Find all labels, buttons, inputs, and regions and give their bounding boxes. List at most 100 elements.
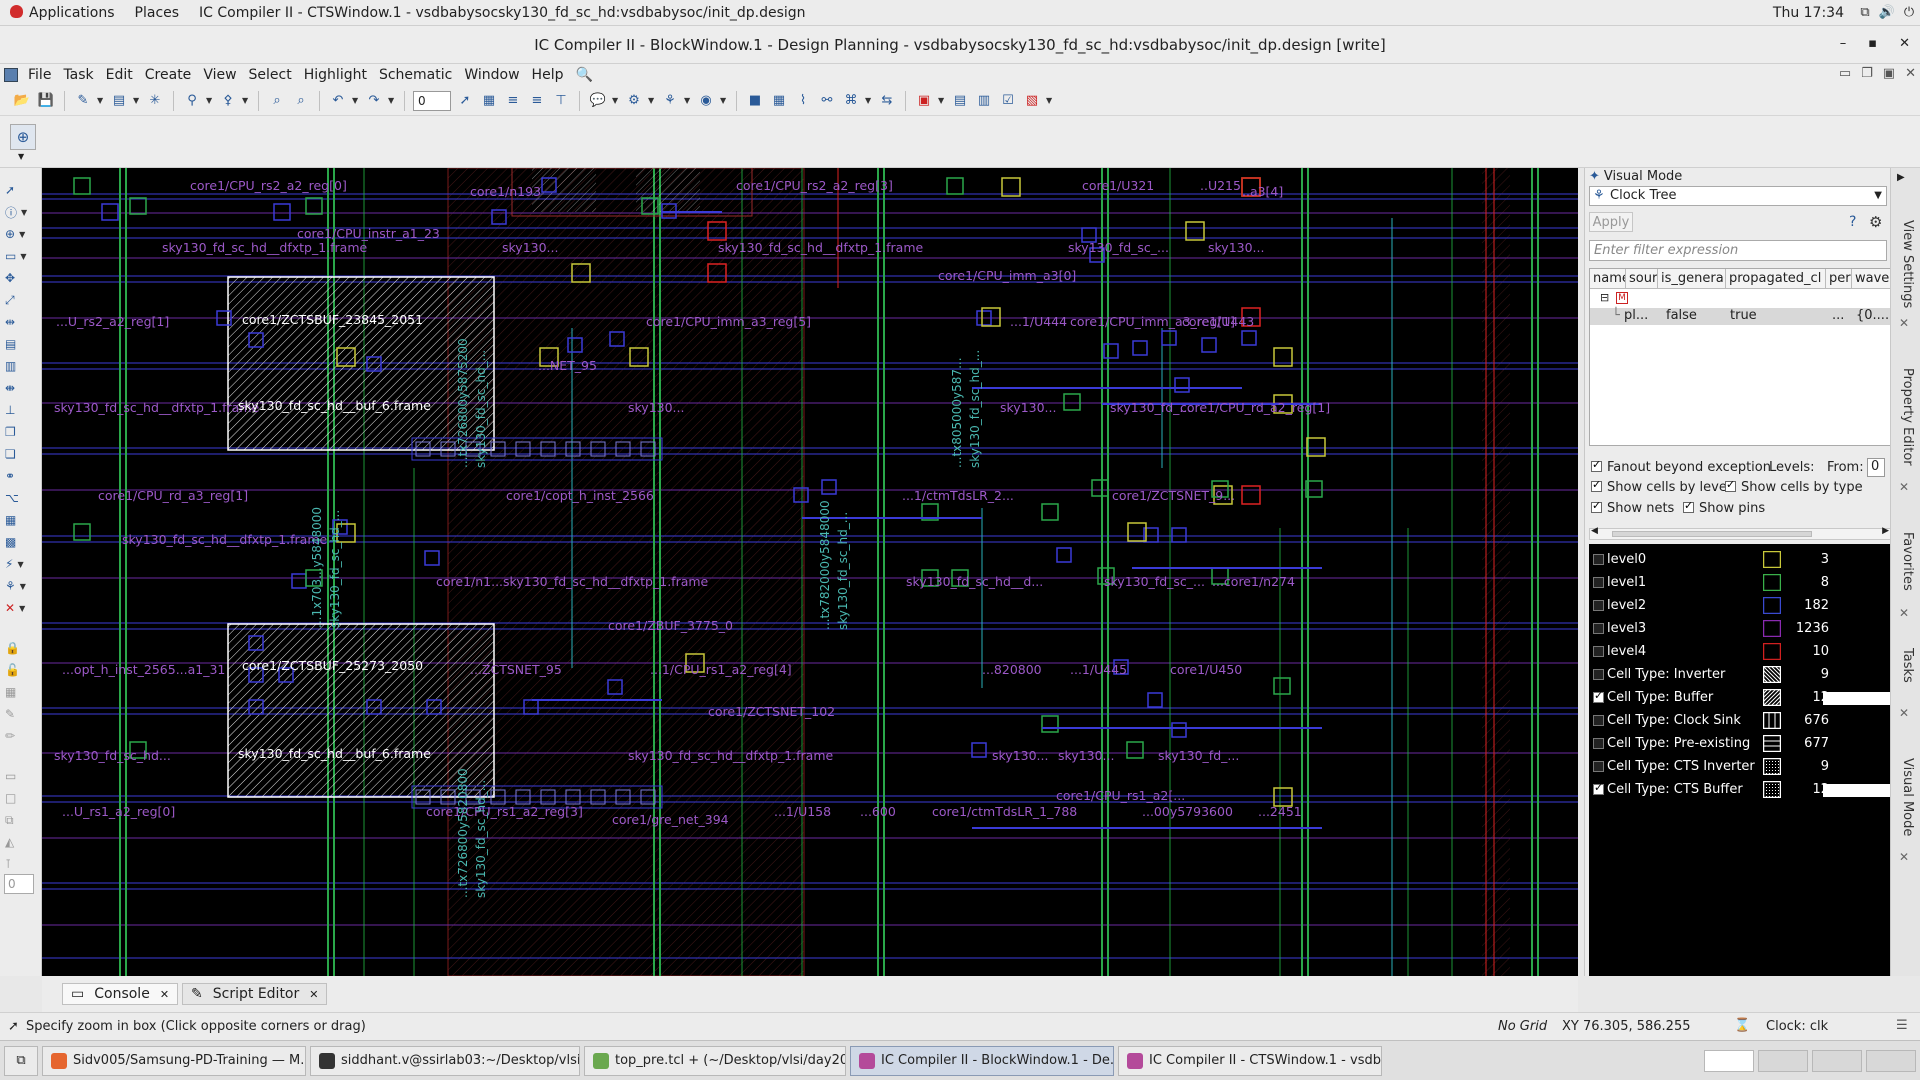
legend-checkbox[interactable]	[1593, 715, 1604, 726]
layout-canvas[interactable]: core1/CPU_rs2_a2_reg[0] core1/n193 core1/C…	[42, 168, 1578, 976]
cell-icon[interactable]: ■	[745, 91, 765, 111]
close-icon[interactable]: ✕	[160, 988, 169, 1001]
collapse-icon[interactable]: ⊟	[1600, 291, 1609, 304]
tab-tasks[interactable]: Tasks	[1900, 648, 1915, 683]
redo-icon[interactable]: ↷	[364, 91, 384, 111]
legend-checkbox[interactable]	[1593, 554, 1604, 565]
scroll-right-icon[interactable]: ▶	[1882, 526, 1889, 536]
edit-tool-icon[interactable]: ✎	[5, 704, 29, 724]
expand-icon[interactable]: ▶	[1897, 172, 1905, 183]
menu-view[interactable]: View	[197, 67, 242, 83]
horizontal-scrollbar[interactable]: ◀ ▶	[1589, 526, 1891, 540]
undock-icon[interactable]: ▣	[1883, 66, 1895, 81]
grid-tool-icon[interactable]: ▦	[5, 682, 29, 702]
legend-item[interactable]: Cell Type: CTS Inverter 9	[1589, 755, 1891, 778]
group-tool-icon[interactable]: ⚭	[5, 466, 29, 486]
unlock-tool-icon[interactable]: 🔓	[5, 660, 29, 680]
report-icon[interactable]: ▤	[950, 91, 970, 111]
legend-item[interactable]: Cell Type: CTS Buffer 12	[1589, 778, 1891, 801]
hierarchy-icon[interactable]: ⚙	[624, 91, 644, 111]
col-source[interactable]: sour	[1626, 269, 1658, 289]
taskbar-item[interactable]: top_pre.tcl + (~/Desktop/vlsi/day20...	[584, 1045, 846, 1076]
probe-icon[interactable]: ⚴	[218, 91, 238, 111]
list-icon[interactable]: ☰	[1896, 1018, 1908, 1033]
scrollbar-thumb[interactable]	[1612, 531, 1812, 537]
palette-value-field[interactable]: 0	[4, 874, 34, 894]
info-tool-icon[interactable]: ⓘ ▼	[5, 202, 29, 222]
scroll-left-icon[interactable]: ◀	[1591, 526, 1598, 536]
tab-console[interactable]: ▭ Console ✕	[62, 983, 179, 1005]
save-icon[interactable]: 💾	[36, 91, 56, 111]
legend-checkbox[interactable]	[1593, 781, 1604, 795]
layout-icon[interactable]: ▦	[479, 91, 499, 111]
show-cells-by-type-option[interactable]: Show cells by type	[1725, 478, 1863, 495]
checklist-icon[interactable]: ☑	[998, 91, 1018, 111]
show-pins-checkbox[interactable]	[1683, 499, 1694, 513]
help-icon[interactable]: ?	[1849, 214, 1856, 230]
show-cells-by-level-option[interactable]: Show cells by level	[1591, 478, 1730, 495]
zoom-tool-icon[interactable]: ⊕ ▼	[5, 224, 29, 244]
menu-task[interactable]: Task	[57, 67, 99, 83]
taskbar-item[interactable]: IC Compiler II - CTSWindow.1 - vsdb...	[1118, 1045, 1382, 1076]
show-desktop-button[interactable]: ⧉	[4, 1045, 38, 1076]
menu-edit[interactable]: Edit	[100, 67, 139, 83]
schematic-icon[interactable]: ⌘	[841, 91, 861, 111]
chart-icon[interactable]: ▥	[974, 91, 994, 111]
mode-select[interactable]: ⚘ Clock Tree ▼	[1589, 186, 1887, 206]
menu-help[interactable]: Help	[526, 67, 570, 83]
col-is-generated[interactable]: is_genera	[1658, 269, 1726, 289]
show-cells-by-level-checkbox[interactable]	[1591, 478, 1602, 492]
maximize-button[interactable]: ▪	[1868, 36, 1877, 51]
tree-icon[interactable]: ⚘	[660, 91, 680, 111]
align-center-icon[interactable]: ≡	[527, 91, 547, 111]
menu-schematic[interactable]: Schematic	[373, 67, 458, 83]
volume-icon[interactable]: 🔊	[1876, 5, 1898, 20]
pencil-tool-icon[interactable]: ✏	[5, 726, 29, 746]
power-icon[interactable]: ⏻	[1898, 5, 1920, 20]
show-nets-checkbox[interactable]	[1591, 499, 1602, 513]
align-tool-icon[interactable]: ▤	[5, 334, 29, 354]
from-field[interactable]: 0	[1867, 458, 1885, 477]
close-tab-icon[interactable]: ✕	[1899, 606, 1909, 620]
delete-tool-icon[interactable]: ✕ ▼	[5, 598, 29, 618]
legend-checkbox[interactable]	[1593, 623, 1604, 634]
gear-icon[interactable]: ⚙	[1869, 213, 1882, 231]
filter-input[interactable]: Enter filter expression	[1589, 240, 1887, 261]
undo-icon[interactable]: ↶	[328, 91, 348, 111]
power-tool-icon[interactable]: ⚡ ▼	[5, 554, 29, 574]
legend-item[interactable]: Cell Type: Inverter 9	[1589, 663, 1891, 686]
legend-item[interactable]: level4 10	[1589, 640, 1891, 663]
shape-tool-icon[interactable]: ▭	[5, 766, 29, 786]
align-left-icon[interactable]: ≡	[503, 91, 523, 111]
col-waveform[interactable]: wavel	[1852, 269, 1892, 289]
find-next-icon[interactable]: ⌕	[291, 91, 311, 111]
blockage-tool-icon[interactable]: ▦	[5, 510, 29, 530]
align-top-icon[interactable]: ⊤	[551, 91, 571, 111]
array-tool-icon[interactable]: ❏	[5, 444, 29, 464]
box-tool-icon[interactable]: □	[5, 788, 29, 808]
menu-select[interactable]: Select	[243, 67, 298, 83]
fill-tool-icon[interactable]: ◭	[5, 832, 29, 852]
tile-icon[interactable]: ▭	[1839, 66, 1851, 81]
timing-icon[interactable]: ⌇	[793, 91, 813, 111]
minimize-button[interactable]: –	[1840, 36, 1847, 51]
table-row[interactable]: └ pl... false true ... {0....	[1590, 308, 1892, 325]
ruler-tool-icon[interactable]: ⊥	[5, 400, 29, 420]
stack-tool-icon[interactable]: ▥	[5, 356, 29, 376]
workspace-4[interactable]	[1866, 1049, 1916, 1072]
fanout-option[interactable]: Fanout beyond exception	[1591, 458, 1771, 475]
col-period[interactable]: per	[1826, 269, 1852, 289]
rect-tool-icon[interactable]: ▭ ▼	[5, 246, 29, 266]
find-icon[interactable]: ⌕	[267, 91, 287, 111]
compare-icon[interactable]: ⇆	[877, 91, 897, 111]
copy-tool-icon[interactable]: ❐	[5, 422, 29, 442]
tab-property-editor[interactable]: Property Editor	[1900, 368, 1915, 466]
tab-visual-mode[interactable]: Visual Mode	[1900, 758, 1915, 836]
workspace-1[interactable]	[1704, 1049, 1754, 1072]
legend-checkbox[interactable]	[1593, 577, 1604, 588]
zoom-dropdown-icon[interactable]: ▼	[18, 152, 24, 161]
network-icon[interactable]: ⧉	[1854, 5, 1876, 20]
spark-icon[interactable]: ✳	[145, 91, 165, 111]
fanout-checkbox[interactable]	[1591, 458, 1602, 472]
errors-icon[interactable]: ▧	[1022, 91, 1042, 111]
